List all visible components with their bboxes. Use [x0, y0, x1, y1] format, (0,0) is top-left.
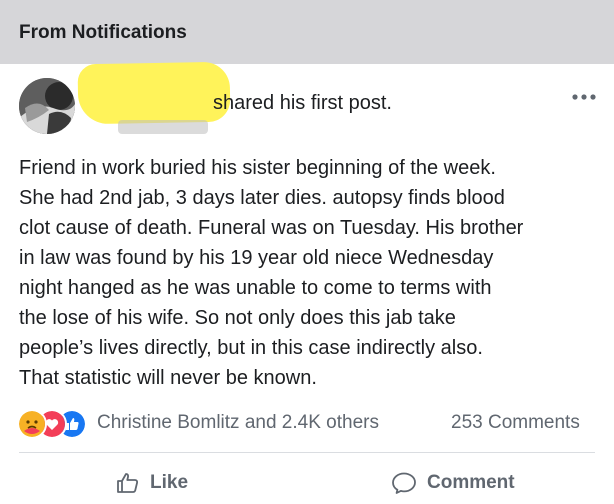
redacted-name — [77, 61, 231, 125]
post-body-line: Friend in work buried his sister beginni… — [19, 157, 496, 179]
comment-button[interactable]: Comment — [391, 468, 515, 498]
avatar-photo — [19, 78, 75, 134]
post-body-line: clot cause of death. Funeral was on Tues… — [19, 217, 524, 239]
comment-bubble-icon — [392, 472, 416, 494]
notification-banner: From Notifications — [0, 0, 614, 64]
post-header-text: shared his first post. — [213, 92, 392, 114]
like-button[interactable]: Like — [116, 468, 188, 498]
post-body-line: people’s lives directly, but in this cas… — [19, 337, 483, 359]
post-body: Friend in work buried his sister beginni… — [19, 153, 604, 393]
care-reaction-icon — [17, 409, 47, 439]
comments-count-link[interactable]: 253 Comments — [451, 412, 580, 434]
avatar[interactable] — [19, 78, 75, 134]
post-body-line: night hanged as he was unable to come to… — [19, 277, 492, 299]
reaction-summary[interactable]: Christine Bomlitz and 2.4K others — [97, 412, 379, 434]
post-body-line: She had 2nd jab, 3 days later dies. auto… — [19, 187, 505, 209]
like-label: Like — [150, 472, 189, 493]
redacted-subtext — [118, 120, 208, 134]
comment-label: Comment — [427, 472, 515, 493]
divider — [19, 452, 595, 453]
post-body-line: in law was found by his 19 year old niec… — [19, 247, 494, 269]
post-body-line: the lose of his wife. So not only does t… — [19, 307, 456, 329]
more-options-icon[interactable] — [570, 90, 598, 102]
reaction-icons[interactable] — [17, 409, 97, 439]
thumbs-up-icon — [117, 473, 138, 493]
banner-title: From Notifications — [19, 22, 187, 43]
post-body-line: That statistic will never be known. — [19, 367, 317, 389]
